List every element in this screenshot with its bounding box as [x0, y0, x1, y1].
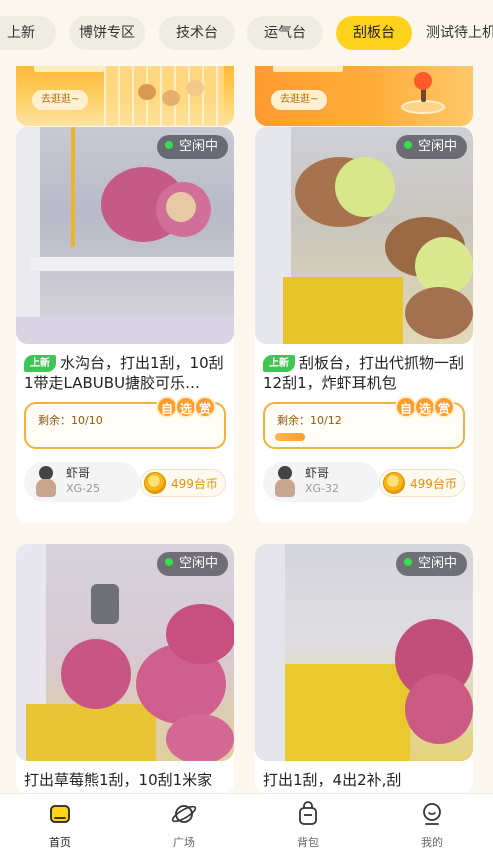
nav-profile[interactable]: 我的 — [402, 800, 462, 850]
price-value: 499台币 — [410, 477, 457, 491]
machine-title: 上新 水沟台，打出1刮，10刮1带走LABUBU搪胶可乐… — [24, 354, 224, 392]
backpack-icon — [299, 801, 317, 825]
machine-title: 上新 刮板台，打出代抓物一刮12刮1，炸虾耳机包 — [263, 354, 465, 392]
category-tabs: 上新 博饼专区 技术台 运气台 刮板台 测试待上机 — [0, 16, 493, 52]
host-info[interactable]: 虾哥 XG-32 — [263, 462, 379, 502]
machine-photo: 空闲中 — [16, 127, 234, 344]
new-tag: 上新 — [24, 355, 56, 372]
tab-skill-machine[interactable]: 技术台 — [159, 16, 235, 50]
idle-dot-icon — [403, 558, 412, 566]
machine-card[interactable]: 空闲中 打出1刮，4出2补,刮 — [255, 544, 473, 794]
new-tag: 上新 — [263, 355, 295, 372]
self-select-reward-badges: 自选赏 — [156, 396, 216, 420]
nav-home[interactable]: 首页 — [30, 800, 90, 850]
host-code: XG-32 — [305, 482, 340, 495]
profile-icon — [423, 803, 441, 825]
remaining-box: 剩余：10/10 自选赏 — [24, 396, 226, 449]
idle-dot-icon — [403, 141, 412, 149]
remaining-progress-bar — [275, 433, 305, 441]
price-tag: 499台币 — [140, 469, 226, 497]
banner-go-button[interactable]: 去逛逛~ — [32, 90, 89, 110]
machine-photo: 空闲中 — [255, 544, 473, 761]
remaining-box: 剩余：10/12 自选赏 — [263, 396, 465, 449]
machine-card[interactable]: 空闲中 打出草莓熊1刮，10刮1米家 — [16, 544, 234, 794]
coin-icon — [144, 472, 166, 494]
host-name: 虾哥 — [66, 466, 91, 480]
nav-label: 我的 — [421, 836, 443, 849]
idle-dot-icon — [164, 141, 173, 149]
tab-new[interactable]: 上新 — [0, 16, 56, 50]
planet-icon — [171, 805, 197, 823]
tab-scratch-machine[interactable]: 刮板台 — [336, 16, 412, 50]
tab-testing[interactable]: 测试待上机 — [426, 16, 493, 50]
host-name: 虾哥 — [305, 466, 330, 480]
price-value: 499台币 — [171, 477, 218, 491]
machine-card[interactable]: 空闲中 上新 刮板台，打出代抓物一刮12刮1，炸虾耳机包 剩余：10/12 自选赏… — [255, 127, 473, 523]
banner-illustration — [104, 66, 224, 126]
idle-dot-icon — [164, 558, 173, 566]
bottom-nav: 首页 广场 背包 我的 — [0, 793, 493, 851]
status-badge: 空闲中 — [156, 135, 228, 159]
status-badge: 空闲中 — [395, 552, 467, 576]
banner-title-art — [34, 66, 104, 72]
price-tag: 499台币 — [379, 469, 465, 497]
status-badge: 空闲中 — [156, 552, 228, 576]
home-icon — [50, 805, 70, 823]
machine-title: 打出草莓熊1刮，10刮1米家 — [24, 771, 213, 789]
tab-bobing-zone[interactable]: 博饼专区 — [69, 16, 145, 50]
nav-label: 背包 — [297, 836, 319, 849]
joystick-illustration — [401, 72, 445, 114]
promo-banner-left[interactable]: 去逛逛~ — [16, 66, 234, 126]
host-info[interactable]: 虾哥 XG-25 — [24, 462, 140, 502]
nav-label: 广场 — [173, 836, 195, 849]
tab-luck-machine[interactable]: 运气台 — [247, 16, 323, 50]
machine-title: 打出1刮，4出2补,刮 — [263, 771, 402, 789]
machine-photo: 空闲中 — [255, 127, 473, 344]
nav-backpack[interactable]: 背包 — [278, 800, 338, 850]
host-code: XG-25 — [66, 482, 101, 495]
avatar — [271, 466, 299, 498]
self-select-reward-badges: 自选赏 — [395, 396, 455, 420]
banner-go-button[interactable]: 去逛逛~ — [271, 90, 328, 110]
banner-title-art — [273, 66, 343, 72]
status-badge: 空闲中 — [395, 135, 467, 159]
coin-icon — [383, 472, 405, 494]
promo-banner-right[interactable]: 去逛逛~ — [255, 66, 473, 126]
remaining-count: 剩余：10/12 — [277, 414, 342, 427]
remaining-count: 剩余：10/10 — [38, 414, 103, 427]
avatar — [32, 466, 60, 498]
nav-square[interactable]: 广场 — [154, 800, 214, 850]
machine-photo: 空闲中 — [16, 544, 234, 761]
machine-card[interactable]: 空闲中 上新 水沟台，打出1刮，10刮1带走LABUBU搪胶可乐… 剩余：10/1… — [16, 127, 234, 523]
nav-label: 首页 — [49, 836, 71, 849]
